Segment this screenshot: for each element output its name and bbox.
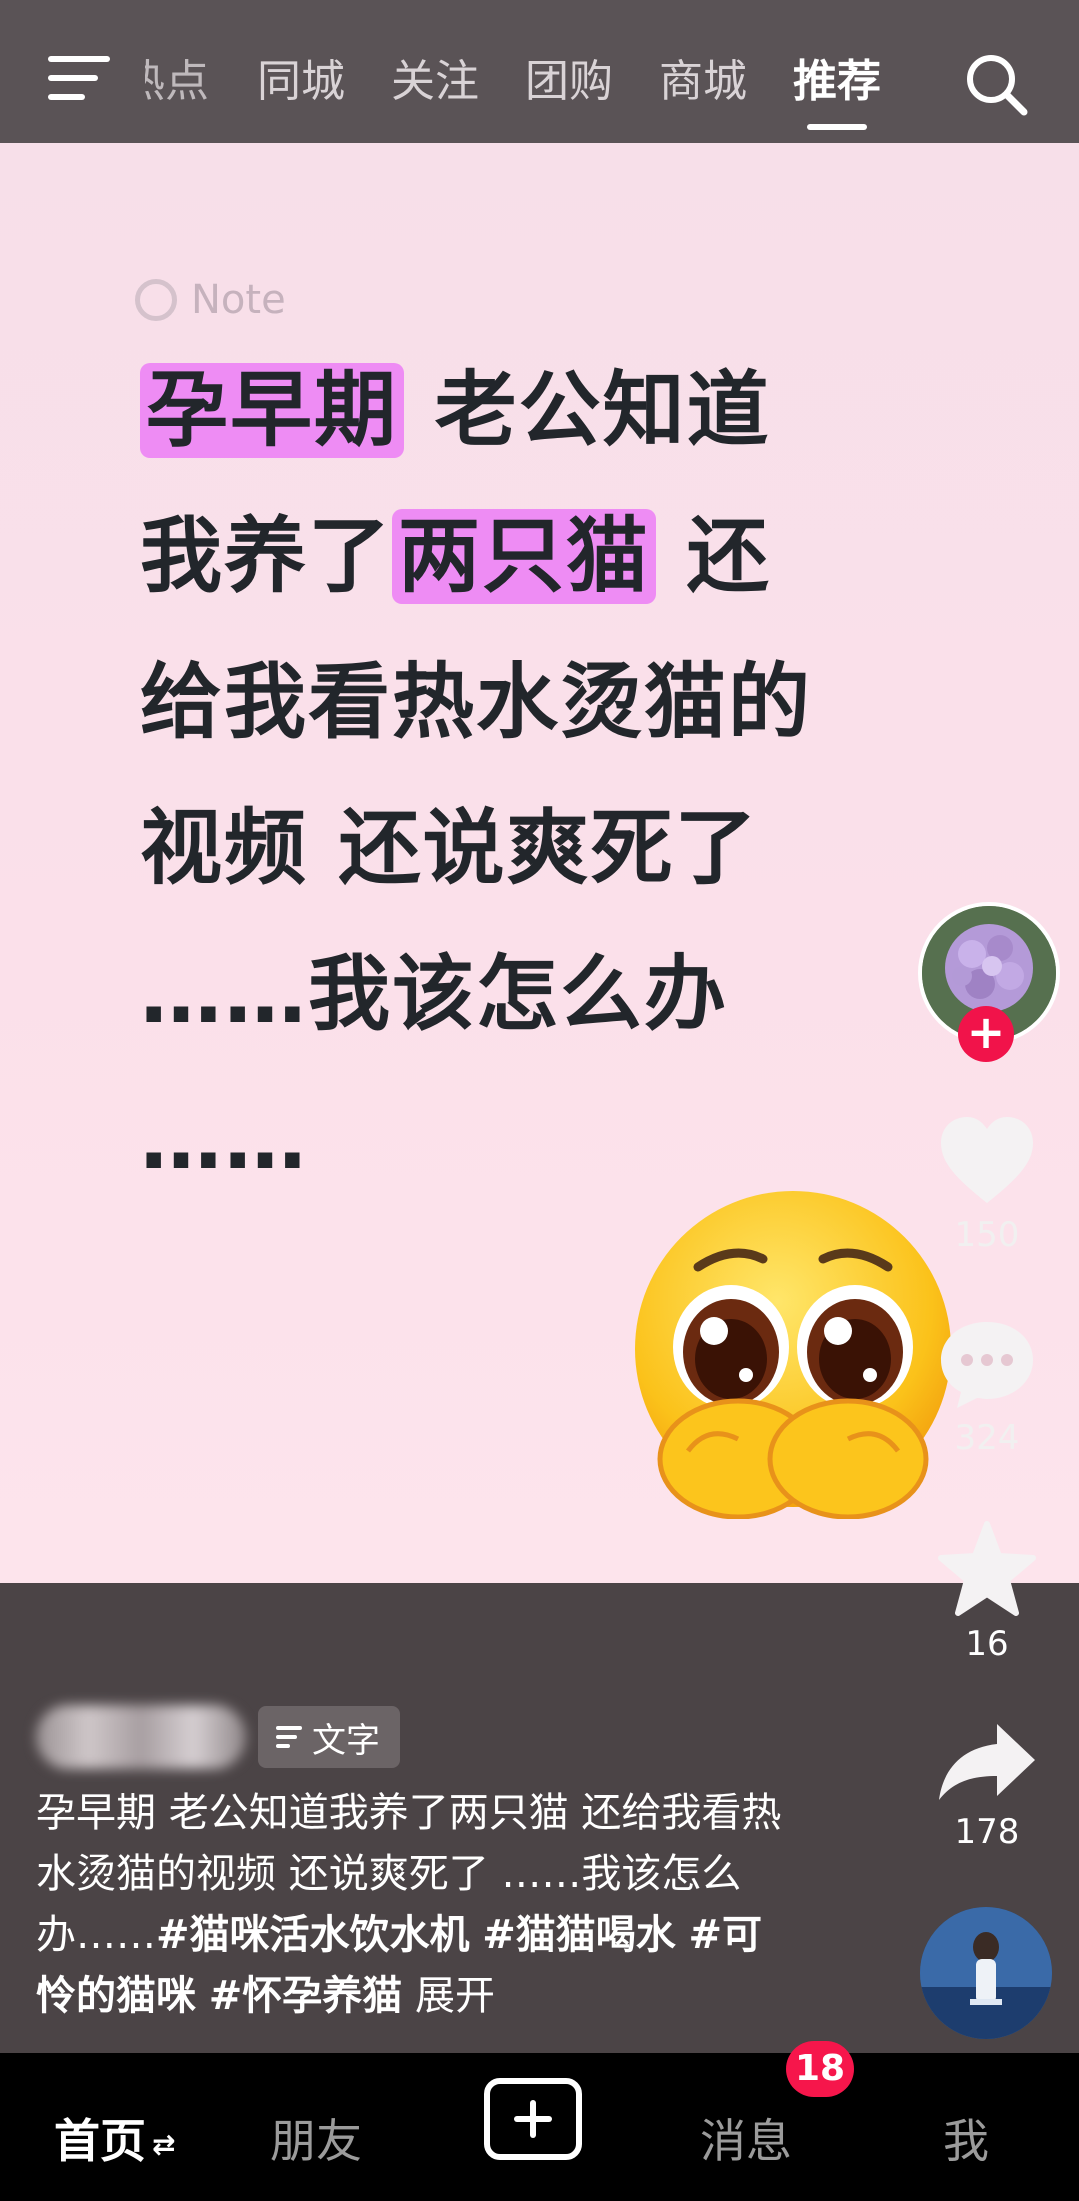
headline-line: 我养了两只猫 还	[140, 484, 960, 630]
headline-phrase: 视频 还说爽死了	[140, 801, 759, 896]
post-headline: 孕早期 老公知道 我养了两只猫 还给我看热水烫猫的 视频 还说爽死了 ……我该怎么办…	[140, 338, 960, 1214]
headline-line: ……我该怎么办	[140, 922, 960, 1068]
text-type-label: 文字	[312, 1720, 380, 1761]
tab-group-buy[interactable]: 团购	[525, 52, 613, 112]
post-image[interactable]: Note 孕早期 老公知道 我养了两只猫 还给我看热水烫猫的 视频 还说爽死了 ………	[0, 143, 1079, 1583]
caption[interactable]: 孕早期 老公知道我养了两只猫 还给我看热水烫猫的视频 还说爽死了 ……我该怎么办…	[36, 1783, 796, 2027]
music-cover-image	[920, 1907, 1052, 2039]
headline-phrase: 还	[656, 509, 771, 604]
text-lines-icon	[276, 1721, 302, 1753]
circle-icon	[135, 279, 177, 321]
tab-messages[interactable]: 消息	[700, 2105, 792, 2171]
follow-plus-button[interactable]: +	[958, 1006, 1014, 1062]
pleading-face-emoji	[635, 1191, 951, 1519]
headline-phrase: 给我看热水烫猫的	[140, 655, 813, 750]
favorite-count: 16	[965, 1624, 1009, 1664]
expand-link[interactable]: 展开	[415, 1973, 495, 2019]
note-text: Note	[191, 277, 286, 323]
text-type-chip[interactable]: 文字	[258, 1706, 400, 1768]
tab-home[interactable]: 首页 ⇄	[54, 2105, 175, 2171]
tab-hot[interactable]: 热点	[145, 52, 209, 112]
headline-line: 孕早期 老公知道	[140, 338, 960, 484]
author-name-blurred[interactable]	[36, 1705, 246, 1769]
music-disc[interactable]	[920, 1907, 1052, 2039]
hashtag[interactable]: #怀孕养猫	[209, 1973, 403, 2019]
tab-recommend[interactable]: 推荐	[793, 52, 881, 130]
share-arrow-icon	[939, 1724, 1035, 1800]
headline-phrase: 我养了	[140, 509, 393, 604]
hashtag[interactable]: #猫猫喝水	[482, 1912, 676, 1958]
feed-tabs: 热点 同城 关注 团购 商城 推荐	[145, 52, 927, 130]
headline-phrase: 老公知道	[404, 363, 771, 458]
menu-icon[interactable]	[48, 56, 110, 106]
headline-line: 给我看热水烫猫的	[140, 630, 960, 776]
headline-line: 视频 还说爽死了	[140, 776, 960, 922]
comment-count: 324	[954, 1418, 1020, 1458]
messages-badge: 18	[786, 2041, 854, 2097]
switch-arrows-icon: ⇄	[152, 2128, 176, 2161]
tab-me[interactable]: 我	[943, 2105, 989, 2171]
highlighted-phrase: 孕早期	[140, 363, 405, 458]
tab-friends[interactable]: 朋友	[270, 2105, 362, 2171]
headline-phrase: ……	[140, 1093, 308, 1188]
star-icon	[938, 1521, 1036, 1616]
like-button[interactable]: 150	[927, 1115, 1047, 1255]
highlighted-phrase: 两只猫	[392, 509, 657, 604]
create-plus-button[interactable]	[484, 2078, 582, 2160]
tab-home-label: 首页	[54, 2114, 146, 2168]
share-count: 178	[954, 1812, 1020, 1852]
headline-phrase: ……我该怎么办	[140, 947, 729, 1042]
share-button[interactable]: 178	[927, 1720, 1047, 1852]
tab-following[interactable]: 关注	[391, 52, 479, 112]
comment-bubble-icon	[941, 1322, 1033, 1408]
like-count: 150	[954, 1215, 1020, 1255]
tab-mall[interactable]: 商城	[659, 52, 747, 112]
hashtag[interactable]: #猫咪活水饮水机	[156, 1912, 470, 1958]
video-info-panel: 文字 孕早期 老公知道我养了两只猫 还给我看热水烫猫的视频 还说爽死了 ……我该…	[0, 1583, 1079, 2053]
top-nav-bar: 热点 同城 关注 团购 商城 推荐	[0, 0, 1079, 143]
tab-local[interactable]: 同城	[257, 52, 345, 112]
search-icon[interactable]	[962, 50, 1030, 118]
note-label: Note	[135, 277, 286, 323]
comment-button[interactable]: 324	[927, 1318, 1047, 1458]
heart-icon	[941, 1117, 1033, 1203]
favorite-button[interactable]: 16	[927, 1520, 1047, 1664]
